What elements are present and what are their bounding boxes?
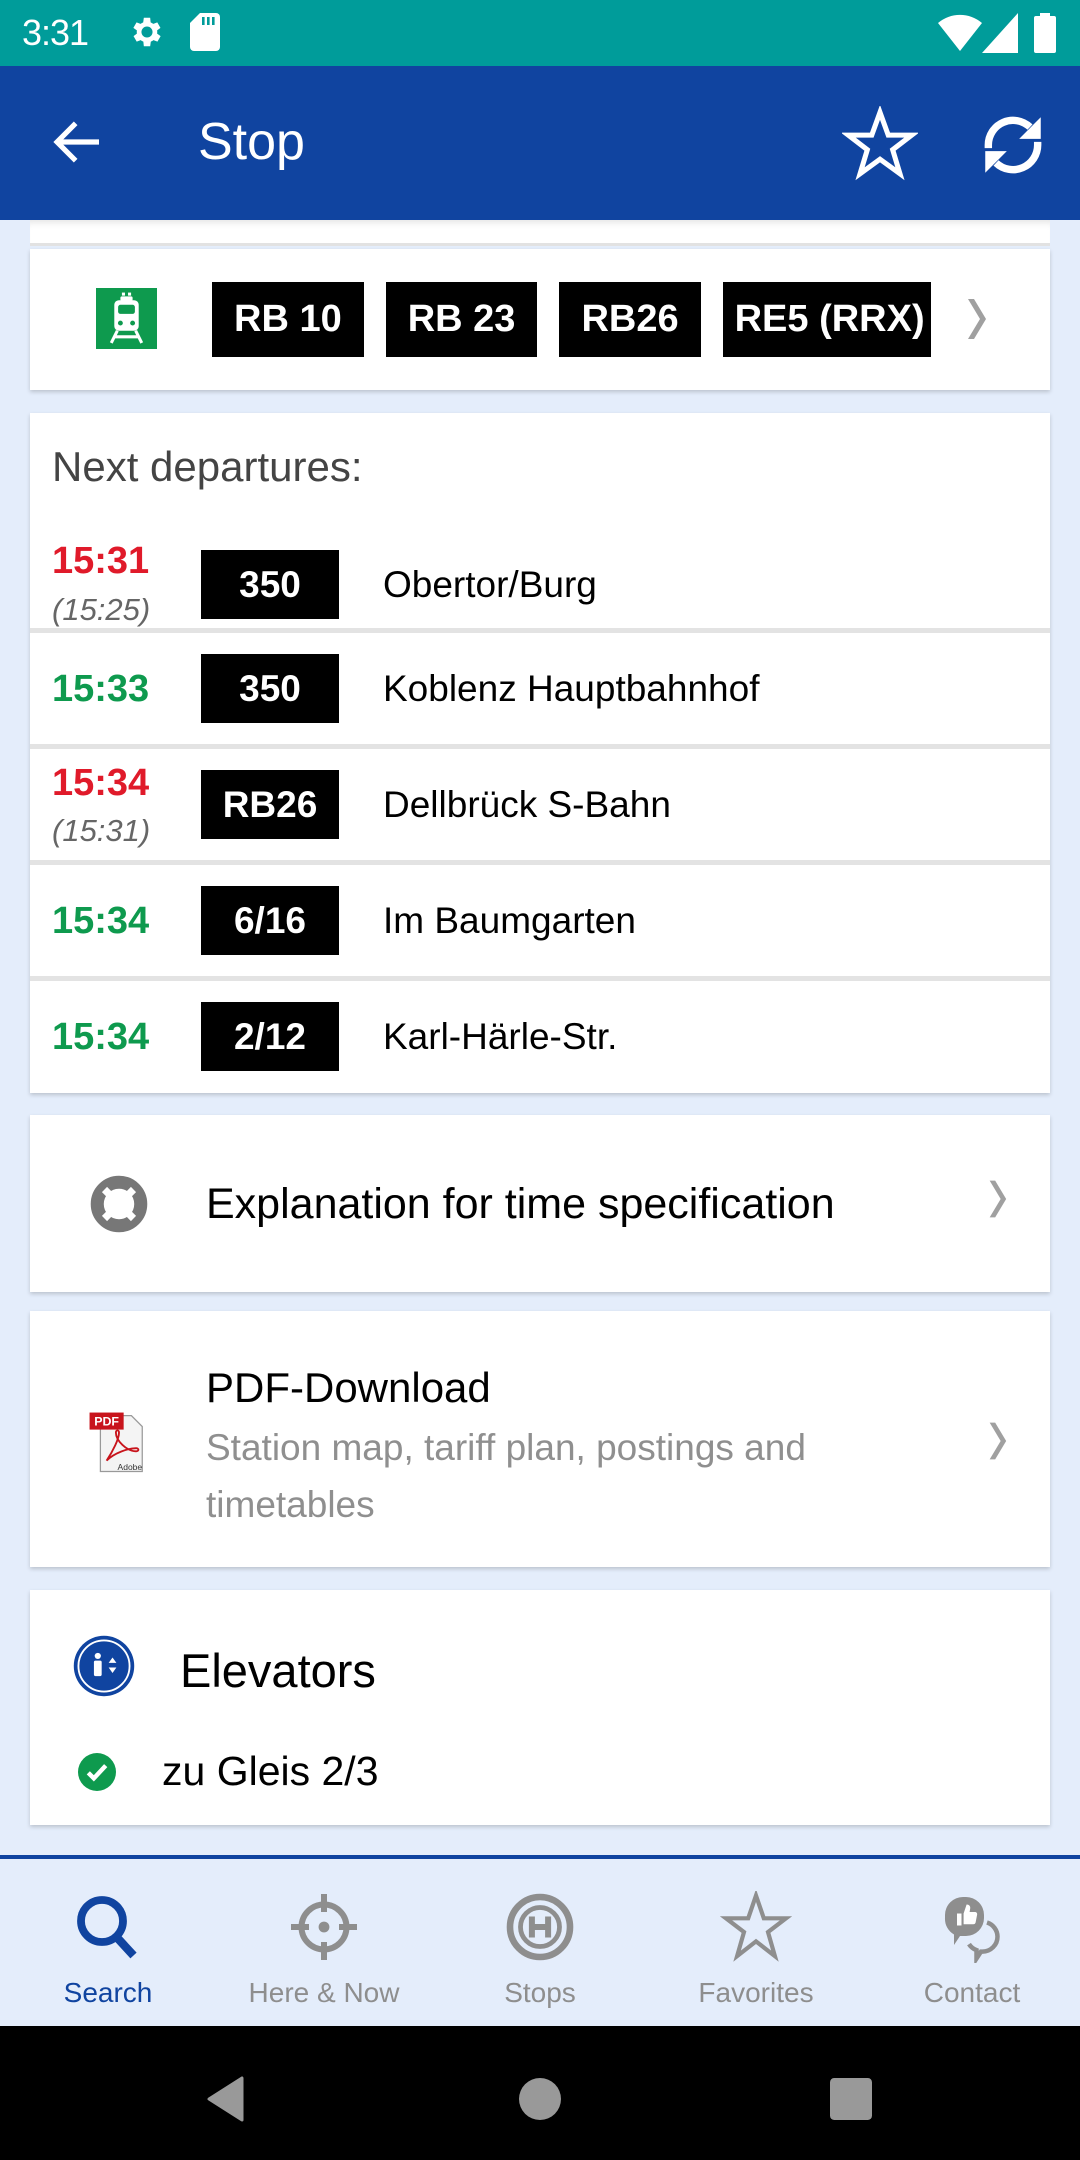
departures-heading: Next departures: xyxy=(52,443,363,490)
departure-line-badge: 6/16 xyxy=(201,886,339,955)
pdf-download-card[interactable]: PDF Adobe PDF-Download Station map, tari… xyxy=(30,1311,1050,1567)
departure-line-badge: 2/12 xyxy=(201,1002,339,1071)
line-badge[interactable]: RB26 xyxy=(559,282,701,357)
crosshair-icon xyxy=(291,1894,357,1960)
elevator-item: zu Gleis 2/3 xyxy=(162,1748,379,1794)
elevator-icon xyxy=(73,1635,135,1697)
departure-destination: Karl-Härle-Str. xyxy=(383,1016,618,1057)
cell-signal-icon xyxy=(982,13,1018,53)
line-badge[interactable]: RB 23 xyxy=(385,282,538,357)
bottom-navigation: Search Here & Now Stops Favorites Contac… xyxy=(0,1855,1080,2026)
pdf-title: PDF-Download xyxy=(206,1364,491,1411)
pdf-icon-text: PDF xyxy=(94,1415,119,1429)
app-bar: Stop xyxy=(0,66,1080,220)
system-recents-icon[interactable] xyxy=(830,2078,872,2120)
nav-label: Stops xyxy=(504,1977,576,2008)
departure-row[interactable]: 15:34 (15:31) RB26 Dellbrück S-Bahn xyxy=(30,744,1050,861)
departure-destination: Obertor/Burg xyxy=(383,564,597,605)
departure-row[interactable]: 15:33 350 Koblenz Hauptbahnhof xyxy=(30,628,1050,745)
departure-line-badge: RB26 xyxy=(201,770,339,839)
wifi-icon xyxy=(938,14,982,52)
favorite-star-icon[interactable] xyxy=(842,106,918,182)
page-title: Stop xyxy=(198,113,305,171)
departure-planned-time: (15:25) xyxy=(52,592,151,627)
nav-label: Here & Now xyxy=(248,1977,400,2008)
system-home-icon[interactable] xyxy=(519,2078,561,2120)
departure-time: 15:34 xyxy=(52,762,150,804)
search-icon xyxy=(77,1896,137,1959)
sd-card-icon xyxy=(190,13,220,51)
refresh-icon[interactable] xyxy=(976,108,1050,182)
departure-planned-time: (15:31) xyxy=(52,813,151,848)
departure-row[interactable]: 15:34 6/16 Im Baumgarten xyxy=(30,860,1050,977)
status-bar: 3:31 xyxy=(0,0,1080,66)
chevron-right-icon[interactable] xyxy=(964,299,988,339)
system-back-icon[interactable] xyxy=(206,2076,246,2122)
departure-destination: Dellbrück S-Bahn xyxy=(383,784,671,825)
line-badges: RB 10 RB 23 RB26 RE5 (RRX) xyxy=(212,282,931,357)
pdf-icon-subtext: Adobe xyxy=(118,1462,143,1472)
stop-h-icon xyxy=(506,1893,574,1961)
elevators-title: Elevators xyxy=(180,1644,376,1697)
back-icon[interactable] xyxy=(50,114,106,170)
departure-time: 15:34 xyxy=(52,900,150,942)
pdf-icon: PDF Adobe xyxy=(89,1412,143,1473)
nav-tab-here-now[interactable]: Here & Now xyxy=(216,1859,432,2026)
explanation-label: Explanation for time specification xyxy=(206,1180,835,1228)
departure-destination: Koblenz Hauptbahnhof xyxy=(383,668,760,709)
nav-tab-favorites[interactable]: Favorites xyxy=(648,1859,864,2026)
status-time: 3:31 xyxy=(22,12,89,53)
nav-label: Favorites xyxy=(698,1977,814,2008)
nav-tab-stops[interactable]: Stops xyxy=(432,1859,648,2026)
departure-time: 15:31 xyxy=(52,540,150,582)
departure-row[interactable]: 15:34 2/12 Karl-Härle-Str. xyxy=(30,976,1050,1093)
nav-label: Search xyxy=(63,1977,153,2008)
departure-time: 15:34 xyxy=(52,1016,150,1058)
departures-card: Next departures: 15:31 (15:25) 350 Obert… xyxy=(30,413,1050,1093)
explanation-card[interactable]: Explanation for time specification xyxy=(30,1115,1050,1292)
departure-time: 15:33 xyxy=(52,668,150,710)
elevators-card: Elevators zu Gleis 2/3 xyxy=(30,1590,1050,1825)
departure-line-badge: 350 xyxy=(201,550,339,619)
lifebuoy-icon xyxy=(90,1175,148,1233)
lines-card[interactable]: RB 10 RB 23 RB26 RE5 (RRX) xyxy=(30,249,1050,390)
nav-tab-search[interactable]: Search xyxy=(0,1859,216,2026)
chevron-right-icon xyxy=(989,1422,1007,1460)
star-icon xyxy=(720,1891,792,1962)
nav-tab-contact[interactable]: Contact xyxy=(864,1859,1080,2026)
departure-line-badge: 350 xyxy=(201,654,339,723)
battery-icon xyxy=(1034,13,1056,53)
previous-card-edge xyxy=(30,220,1050,246)
line-badge[interactable]: RB 10 xyxy=(212,282,364,357)
train-icon xyxy=(96,288,157,349)
settings-icon xyxy=(133,17,161,47)
line-badge[interactable]: RE5 (RRX) xyxy=(722,282,931,357)
departure-destination: Im Baumgarten xyxy=(383,900,636,941)
chevron-right-icon xyxy=(989,1180,1007,1218)
nav-label: Contact xyxy=(923,1977,1021,2008)
contact-chat-icon xyxy=(944,1897,1000,1963)
pdf-subtitle: Station map, tariff plan, postings and t… xyxy=(206,1427,806,1525)
status-ok-icon xyxy=(78,1753,116,1791)
system-navigation-bar xyxy=(0,2026,1080,2160)
